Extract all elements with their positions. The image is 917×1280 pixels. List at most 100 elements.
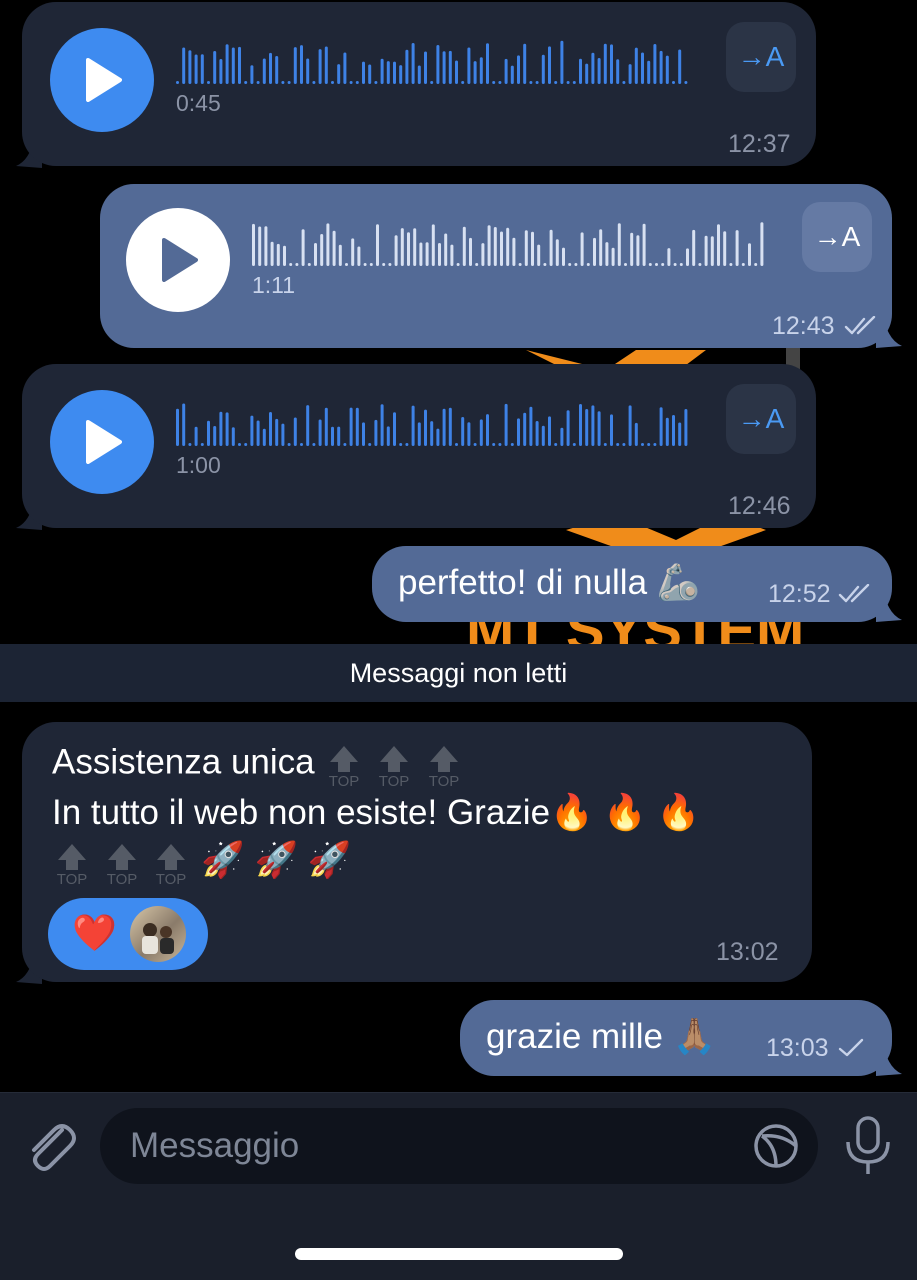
- home-indicator[interactable]: [295, 1248, 623, 1260]
- waveform-bar: [616, 59, 620, 84]
- waveform-bar: [748, 243, 751, 266]
- waveform-bar: [467, 422, 471, 446]
- waveform-bar: [562, 247, 565, 266]
- waveform-bar: [213, 426, 217, 446]
- waveform-bar: [369, 263, 373, 266]
- top-arrow-icon: TOP: [151, 838, 191, 888]
- waveform-bar: [450, 244, 454, 266]
- transcribe-button[interactable]: →A: [726, 384, 796, 454]
- message-text: In tutto il web non esiste! Grazie🔥 🔥 🔥: [52, 793, 701, 832]
- waveform-bar: [628, 64, 632, 84]
- waveform-bar: [479, 419, 483, 446]
- waveform-bar: [312, 443, 316, 446]
- waveform-bar: [318, 49, 322, 84]
- transcribe-button[interactable]: →A: [726, 22, 796, 92]
- voice-message-outgoing[interactable]: 1:11 →A 12:43: [100, 184, 892, 348]
- waveform-bar: [213, 51, 217, 84]
- waveform-bar: [541, 425, 545, 446]
- waveform-bar: [653, 44, 657, 84]
- paperclip-icon[interactable]: [22, 1116, 78, 1176]
- waveform-bar: [307, 263, 311, 266]
- voice-duration: 1:11: [252, 272, 296, 298]
- reaction-chip[interactable]: ❤️: [48, 898, 208, 970]
- waveform-bar: [444, 233, 448, 266]
- chat-area[interactable]: MT SYSTEM 0:45 →A 12:37 1:11 →A 12:43 1:…: [0, 0, 917, 1092]
- message-input-field[interactable]: [100, 1108, 818, 1184]
- waveform-bar: [417, 422, 421, 446]
- text-message-outgoing[interactable]: grazie mille 🙏🏽 13:03: [460, 1000, 892, 1076]
- waveform-bar: [436, 428, 440, 446]
- waveform-bar: [729, 263, 733, 266]
- waveform-bar: [231, 427, 235, 446]
- waveform[interactable]: [176, 402, 696, 446]
- waveform-bar: [331, 426, 334, 446]
- text-message-incoming[interactable]: Assistenza unica TOP TOP TOP In tutto il…: [22, 722, 812, 982]
- waveform-bar: [504, 403, 508, 446]
- voice-message-incoming[interactable]: 1:00 →A 12:46: [22, 364, 816, 528]
- waveform[interactable]: [176, 40, 696, 84]
- play-button[interactable]: [126, 208, 230, 312]
- waveform-bar: [510, 443, 514, 446]
- waveform-bar: [275, 56, 279, 84]
- waveform-bar: [386, 61, 390, 84]
- waveform[interactable]: [252, 222, 772, 266]
- waveform-bar: [698, 263, 702, 266]
- svg-text:TOP: TOP: [429, 773, 460, 788]
- waveform-bar: [431, 224, 435, 266]
- waveform-bar: [176, 408, 179, 446]
- sticker-icon[interactable]: [752, 1122, 800, 1170]
- waveform-bar: [684, 81, 688, 84]
- waveform-bar: [399, 443, 403, 446]
- waveform-bar: [300, 443, 303, 446]
- svg-text:TOP: TOP: [156, 871, 187, 886]
- top-arrow-icon: TOP: [102, 838, 142, 888]
- waveform-bar: [523, 43, 527, 84]
- waveform-bar: [405, 49, 409, 84]
- waveform-bar: [276, 243, 280, 266]
- check-icon: [838, 1038, 864, 1057]
- waveform-bar: [244, 443, 248, 446]
- voice-message-incoming[interactable]: 0:45 →A 12:37: [22, 2, 816, 166]
- waveform-bar: [355, 407, 359, 446]
- top-arrow-icon: TOP: [374, 740, 414, 790]
- waveform-bar: [597, 411, 601, 446]
- waveform-bar: [665, 417, 669, 446]
- microphone-icon[interactable]: [842, 1114, 894, 1178]
- waveform-bar: [467, 47, 471, 84]
- waveform-bar: [628, 405, 632, 446]
- waveform-bar: [225, 412, 229, 446]
- waveform-bar: [469, 237, 472, 266]
- waveform-bar: [479, 57, 483, 84]
- waveform-bar: [642, 223, 646, 266]
- play-button[interactable]: [50, 28, 154, 132]
- text-message-outgoing[interactable]: perfetto! di nulla 🦾 12:52: [372, 546, 892, 622]
- waveform-bar: [207, 81, 210, 84]
- waveform-bar: [455, 443, 458, 446]
- waveform-bar: [188, 50, 192, 84]
- waveform-bar: [510, 65, 514, 84]
- waveform-bar: [616, 443, 620, 446]
- waveform-bar: [461, 417, 465, 446]
- waveform-bar: [244, 81, 248, 84]
- waveform-bar: [473, 61, 477, 84]
- waveform-bar: [176, 81, 179, 84]
- waveform-bar: [704, 235, 708, 266]
- waveform-bar: [349, 81, 353, 84]
- waveform-bar: [200, 443, 204, 446]
- waveform-bar: [424, 409, 427, 446]
- waveform-bar: [269, 412, 272, 446]
- waveform-bar: [493, 227, 497, 266]
- message-input[interactable]: [130, 1108, 730, 1184]
- waveform-bar: [723, 231, 727, 266]
- waveform-bar: [579, 58, 582, 84]
- waveform-bar: [250, 65, 254, 84]
- play-button[interactable]: [50, 390, 154, 494]
- waveform-bar: [399, 65, 403, 84]
- transcribe-button[interactable]: →A: [802, 202, 872, 272]
- waveform-bar: [486, 43, 489, 84]
- waveform-bar: [338, 244, 342, 266]
- waveform-bar: [523, 412, 527, 446]
- avatar[interactable]: [130, 906, 186, 962]
- waveform-bar: [362, 422, 365, 446]
- waveform-bar: [343, 443, 347, 446]
